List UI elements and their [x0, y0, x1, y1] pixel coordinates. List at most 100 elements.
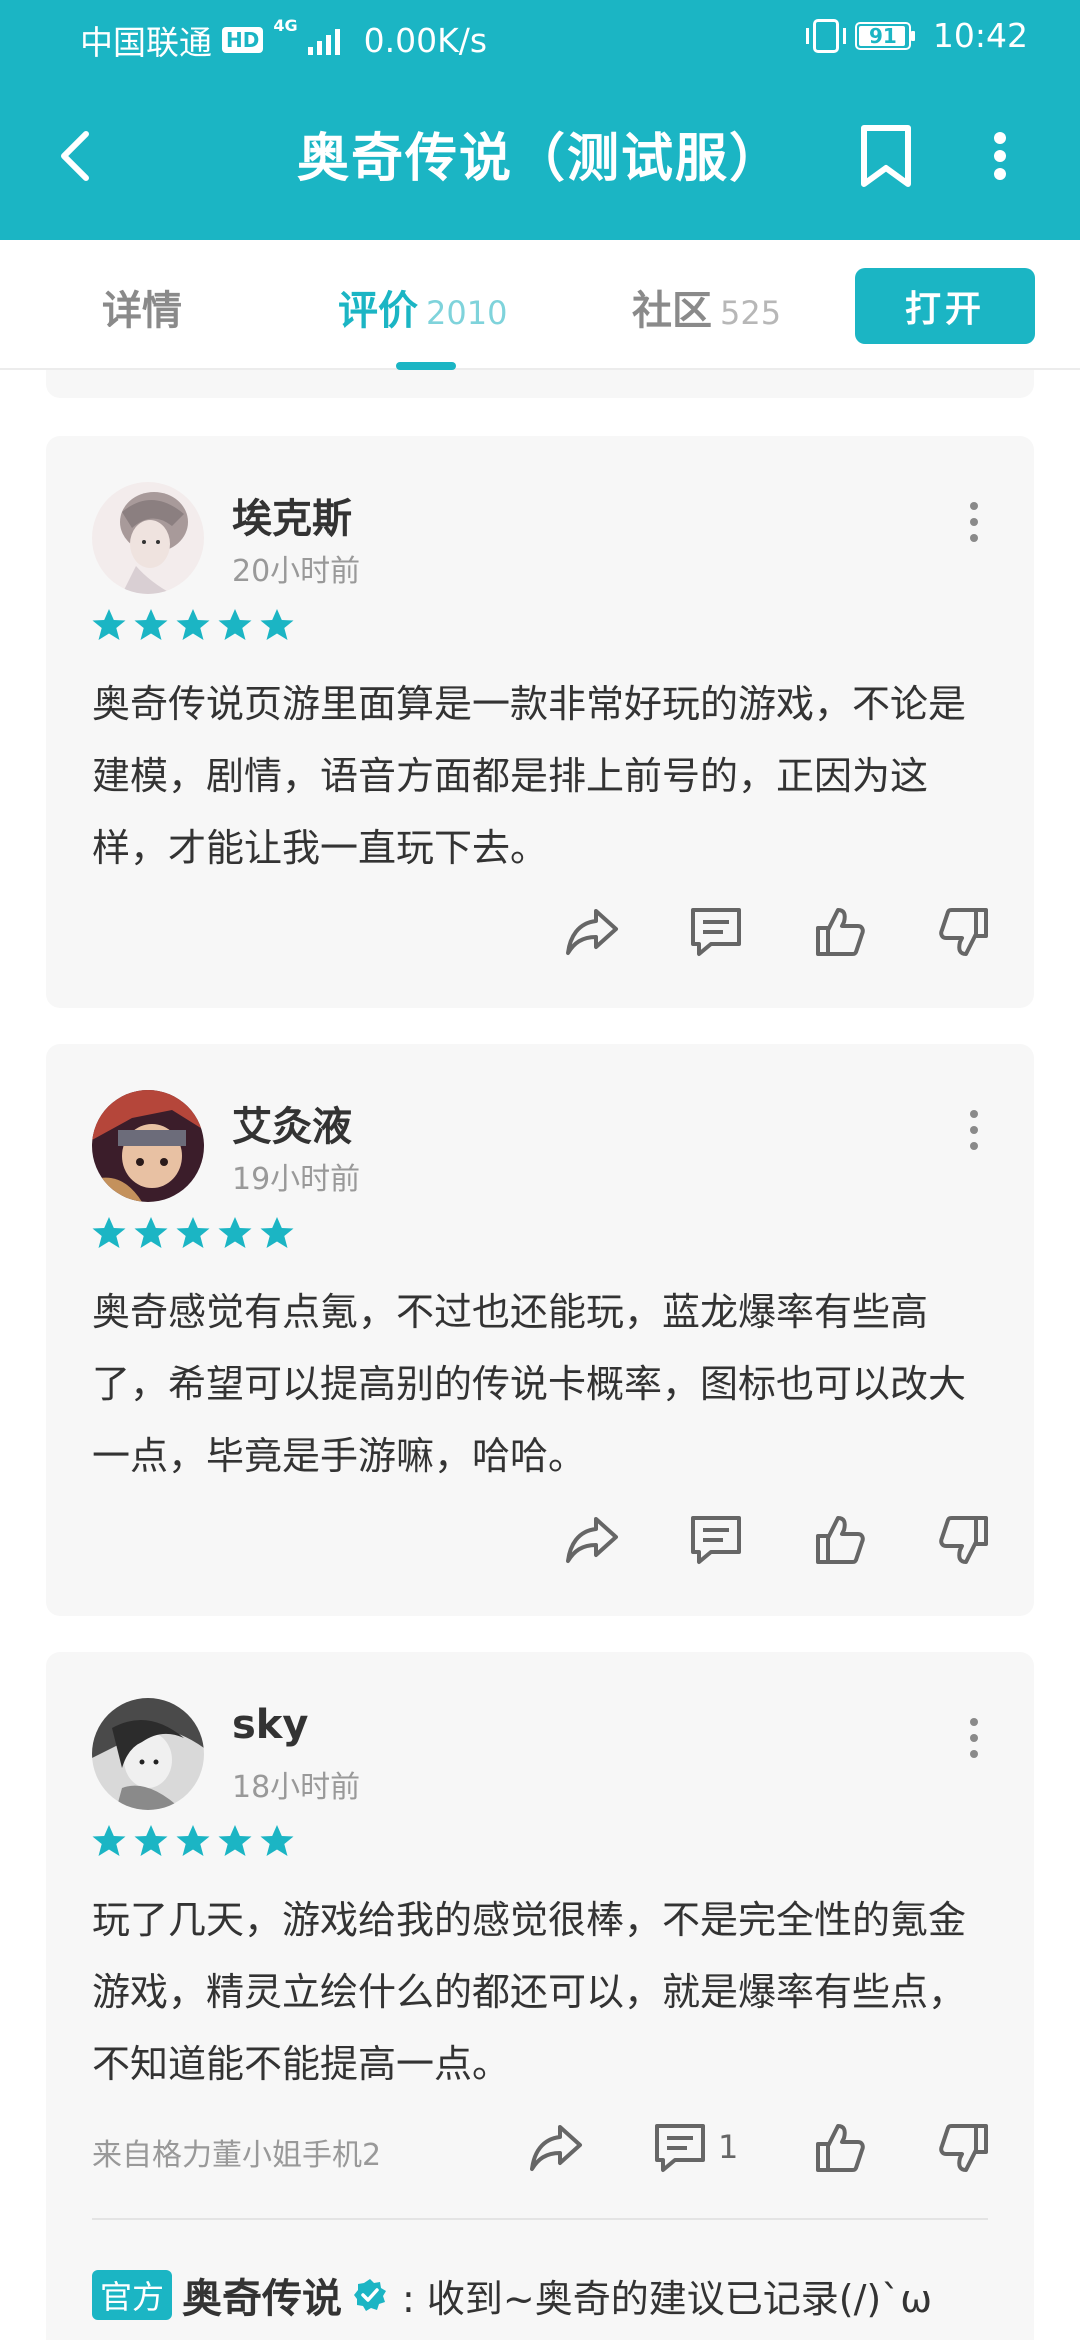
action-row	[498, 1510, 994, 1570]
vibrate-icon	[805, 18, 846, 53]
reply-text: : 收到~奥奇的建议已记录(/)`ω	[402, 2276, 933, 2321]
verified-icon	[354, 2279, 387, 2311]
reply-divider	[92, 2218, 988, 2220]
more-vertical-icon[interactable]	[954, 492, 994, 552]
app-header: 中国联通 HD 4G 0.00K/s 91 10:42 奥奇传说（测试服）	[0, 0, 1080, 240]
star-rating	[92, 1824, 294, 1858]
star-icon	[92, 609, 126, 640]
post-time: 20小时前	[232, 554, 361, 589]
comment-icon	[655, 2124, 705, 2172]
action-row	[498, 902, 994, 962]
share-icon	[566, 1517, 618, 1563]
network-speed: 0.00K/s	[363, 20, 488, 60]
comment-button[interactable]: 1	[650, 2118, 738, 2178]
avatar[interactable]	[92, 1090, 204, 1202]
comment-count: 1	[718, 2128, 739, 2166]
more-vertical-icon[interactable]	[954, 1100, 994, 1160]
comment-icon	[691, 908, 741, 956]
share-button[interactable]	[562, 1510, 622, 1570]
star-icon	[92, 1217, 126, 1248]
thumbs-up-icon	[816, 2124, 865, 2172]
signal-icon	[307, 25, 340, 55]
star-icon	[92, 1825, 126, 1856]
tab-count: 525	[720, 294, 782, 332]
share-button[interactable]	[562, 902, 622, 962]
star-icon	[134, 1825, 168, 1856]
share-icon	[530, 2125, 582, 2171]
status-bar: 中国联通 HD 4G 0.00K/s 91 10:42	[0, 0, 1080, 72]
thumbs-up-icon	[816, 908, 865, 956]
review-card: 埃克斯 20小时前 奥奇传说页游里面算是一款非常好玩的游戏，不论是建模，剧情，语…	[46, 436, 1034, 1008]
star-icon	[218, 609, 252, 640]
star-icon	[218, 1217, 252, 1248]
network-type: 4G	[273, 16, 298, 35]
more-vertical-icon[interactable]	[954, 1708, 994, 1768]
carrier-name: 中国联通	[80, 23, 212, 62]
comment-button[interactable]	[686, 1510, 746, 1570]
dislike-button[interactable]	[934, 902, 994, 962]
star-icon	[260, 609, 294, 640]
hd-badge: HD	[222, 27, 264, 53]
review-text[interactable]: 玩了几天，游戏给我的感觉很棒，不是完全性的氪金游戏，精灵立绘什么的都还可以，就是…	[92, 1884, 992, 2100]
open-button[interactable]: 打开	[855, 268, 1035, 344]
post-time: 18小时前	[232, 1770, 361, 1805]
battery-level: 91	[868, 23, 897, 48]
device-info: 来自格力董小姐手机2	[92, 2138, 382, 2173]
post-time: 19小时前	[232, 1162, 361, 1197]
official-badge: 官方	[92, 2270, 173, 2320]
tab-community[interactable]: 社区 525	[632, 278, 781, 336]
review-feed[interactable]: 埃克斯 20小时前 奥奇传说页游里面算是一款非常好玩的游戏，不论是建模，剧情，语…	[0, 370, 1080, 2340]
star-icon	[134, 1217, 168, 1248]
star-icon	[134, 609, 168, 640]
bookmark-icon	[861, 125, 911, 187]
comment-icon	[691, 1516, 741, 1564]
username[interactable]: sky	[232, 1702, 308, 1748]
username[interactable]: 埃克斯	[232, 486, 352, 544]
bookmark-button[interactable]	[850, 116, 922, 196]
comment-button[interactable]	[686, 902, 746, 962]
star-icon	[260, 1217, 294, 1248]
tab-count: 2010	[426, 294, 508, 332]
title-bar: 奥奇传说（测试服）	[0, 72, 1080, 240]
star-icon	[176, 1217, 210, 1248]
like-button[interactable]	[810, 1510, 870, 1570]
more-vertical-icon	[994, 132, 1006, 180]
username[interactable]: 艾灸液	[232, 1094, 352, 1152]
review-card: sky 18小时前 玩了几天，游戏给我的感觉很棒，不是完全性的氪金游戏，精灵立绘…	[46, 1652, 1034, 2340]
share-icon	[566, 909, 618, 955]
more-button[interactable]	[970, 116, 1030, 196]
thumbs-down-icon	[939, 1516, 988, 1564]
review-text[interactable]: 奥奇传说页游里面算是一款非常好玩的游戏，不论是建模，剧情，语音方面都是排上前号的…	[92, 668, 992, 884]
star-rating	[92, 1216, 294, 1250]
thumbs-down-icon	[939, 2124, 988, 2172]
battery-icon: 91	[854, 21, 915, 50]
tab-label: 详情	[102, 288, 182, 334]
tab-details[interactable]: 详情	[102, 278, 182, 336]
like-button[interactable]	[810, 2118, 870, 2178]
official-reply[interactable]: 官方 奥奇传说 : 收到~奥奇的建议已记录(/)`ω	[92, 2266, 932, 2324]
previous-card	[46, 370, 1034, 398]
avatar[interactable]	[92, 1698, 204, 1810]
action-row: 1	[462, 2118, 994, 2178]
avatar[interactable]	[92, 482, 204, 594]
tab-reviews[interactable]: 评价 2010	[338, 278, 507, 336]
like-button[interactable]	[810, 902, 870, 962]
dislike-button[interactable]	[934, 2118, 994, 2178]
star-icon	[218, 1825, 252, 1856]
review-card: 艾灸液 19小时前 奥奇感觉有点氪，不过也还能玩，蓝龙爆率有些高了，希望可以提高…	[46, 1044, 1034, 1616]
tab-label: 评价	[338, 288, 418, 334]
tab-label: 社区	[632, 288, 712, 334]
tab-bar: 详情 评价 2010 社区 525 打开	[0, 240, 1080, 370]
thumbs-down-icon	[939, 908, 988, 956]
star-icon	[176, 1825, 210, 1856]
star-rating	[92, 608, 294, 642]
thumbs-up-icon	[816, 1516, 865, 1564]
reply-author[interactable]: 奥奇传说	[182, 2266, 342, 2324]
share-button[interactable]	[526, 2118, 586, 2178]
star-icon	[176, 609, 210, 640]
dislike-button[interactable]	[934, 1510, 994, 1570]
active-tab-indicator	[396, 362, 456, 370]
clock: 10:42	[932, 16, 1028, 55]
review-text[interactable]: 奥奇感觉有点氪，不过也还能玩，蓝龙爆率有些高了，希望可以提高别的传说卡概率，图标…	[92, 1276, 992, 1492]
star-icon	[260, 1825, 294, 1856]
